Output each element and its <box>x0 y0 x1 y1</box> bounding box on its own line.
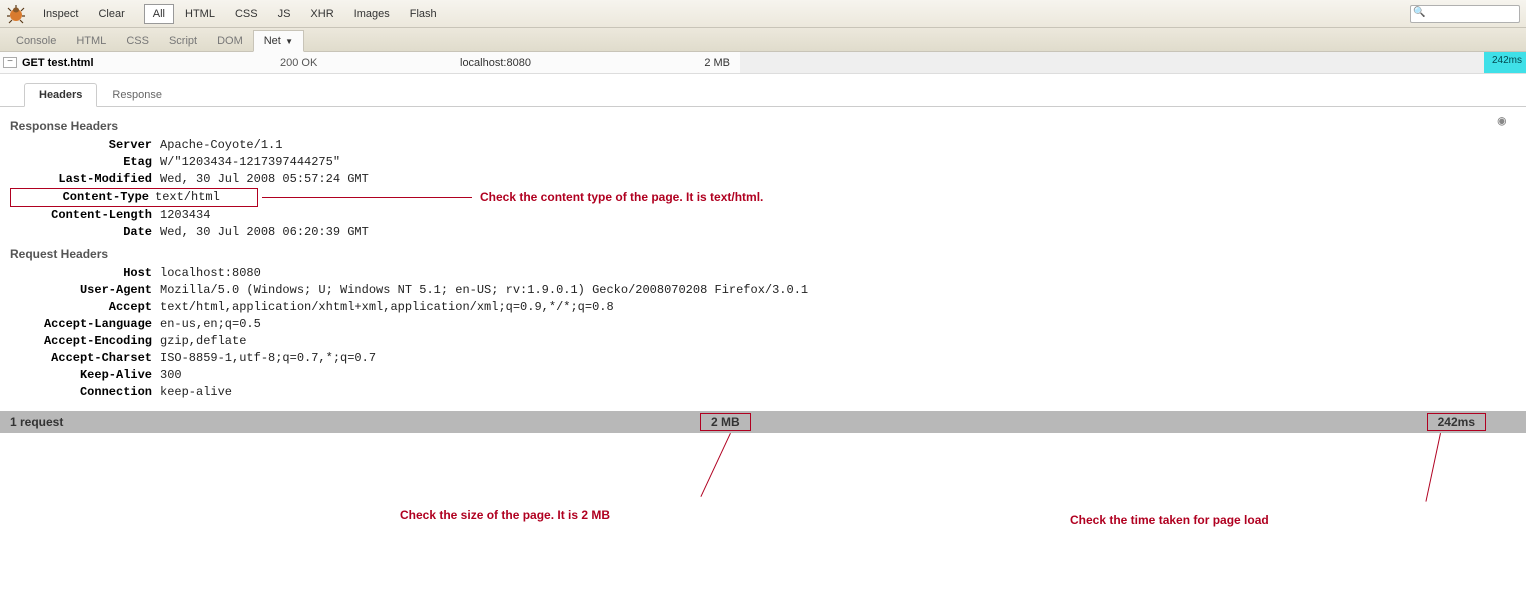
firebug-icon <box>6 4 26 24</box>
header-value: gzip,deflate <box>160 333 1516 350</box>
tab-net[interactable]: Net ▼ <box>253 30 304 52</box>
header-name: Date <box>10 224 160 241</box>
tab-headers[interactable]: Headers <box>24 83 97 107</box>
header-row: ServerApache-Coyote/1.1 <box>10 137 1516 154</box>
header-name: Etag <box>10 154 160 171</box>
filter-images[interactable]: Images <box>345 4 399 24</box>
header-row: Accepttext/html,application/xhtml+xml,ap… <box>10 299 1516 316</box>
tab-net-label: Net <box>264 35 281 47</box>
search-input[interactable] <box>1410 5 1520 23</box>
eye-icon[interactable]: ◉ <box>1498 113 1506 130</box>
header-value: ISO-8859-1,utf-8;q=0.7,*;q=0.7 <box>160 350 1516 367</box>
header-name: Keep-Alive <box>10 367 160 384</box>
annotations-area: Check the size of the page. It is 2 MB C… <box>0 433 1526 543</box>
header-value: en-us,en;q=0.5 <box>160 316 1516 333</box>
request-size: 2 MB <box>660 57 740 69</box>
net-request-row[interactable]: − GET test.html 200 OK localhost:8080 2 … <box>0 52 1526 74</box>
tab-dom[interactable]: DOM <box>207 31 253 51</box>
collapse-toggle[interactable]: − <box>3 57 17 68</box>
content-type-highlight-box: Content-Type text/html <box>10 188 258 207</box>
response-headers-title: Response Headers <box>10 119 1516 133</box>
filter-js[interactable]: JS <box>269 4 300 24</box>
header-row: Content-Length1203434 <box>10 207 1516 224</box>
header-name: Connection <box>10 384 160 401</box>
header-row: EtagW/"1203434-1217397444275" <box>10 154 1516 171</box>
header-name: Accept-Encoding <box>10 333 160 350</box>
header-name: User-Agent <box>10 282 160 299</box>
header-name: Accept-Language <box>10 316 160 333</box>
header-name: Content-Length <box>10 207 160 224</box>
annotation-time: Check the time taken for page load <box>1070 513 1269 527</box>
request-time-bar: 242ms <box>1484 52 1526 73</box>
chevron-down-icon: ▼ <box>283 37 293 46</box>
search-icon: 🔍 <box>1413 7 1425 18</box>
tab-response[interactable]: Response <box>97 83 177 107</box>
filter-xhr[interactable]: XHR <box>301 4 342 24</box>
headers-panel: ◉ Response Headers ServerApache-Coyote/1… <box>0 107 1526 411</box>
annotation-size: Check the size of the page. It is 2 MB <box>400 508 610 522</box>
header-value: text/html <box>155 189 255 206</box>
summary-time: 242ms <box>1427 413 1486 431</box>
request-name: GET test.html <box>20 57 280 69</box>
annotation-content-type: Check the content type of the page. It i… <box>480 189 763 206</box>
header-name: Server <box>10 137 160 154</box>
header-row: Last-ModifiedWed, 30 Jul 2008 05:57:24 G… <box>10 171 1516 188</box>
request-headers-title: Request Headers <box>10 247 1516 261</box>
summary-request-count: 1 request <box>0 415 63 429</box>
request-timeline: 242ms <box>740 52 1526 73</box>
net-summary-bar: 1 request 2 MB 242ms <box>0 411 1526 433</box>
header-row: DateWed, 30 Jul 2008 06:20:39 GMT <box>10 224 1516 241</box>
filter-flash[interactable]: Flash <box>401 4 446 24</box>
header-row: Accept-Encodinggzip,deflate <box>10 333 1516 350</box>
annotation-line <box>262 197 472 198</box>
clear-button[interactable]: Clear <box>89 4 133 24</box>
request-status: 200 OK <box>280 57 460 69</box>
header-name: Accept-Charset <box>10 350 160 367</box>
inspect-button[interactable]: Inspect <box>34 4 87 24</box>
header-value: 1203434 <box>160 207 1516 224</box>
filter-all[interactable]: All <box>144 4 174 24</box>
header-value: Mozilla/5.0 (Windows; U; Windows NT 5.1;… <box>160 282 1516 299</box>
tab-console[interactable]: Console <box>6 31 66 51</box>
header-value: Wed, 30 Jul 2008 05:57:24 GMT <box>160 171 1516 188</box>
header-value: text/html,application/xhtml+xml,applicat… <box>160 299 1516 316</box>
panel-tabs: Console HTML CSS Script DOM Net ▼ <box>0 28 1526 52</box>
header-value: localhost:8080 <box>160 265 1516 282</box>
header-row: Keep-Alive300 <box>10 367 1516 384</box>
filter-css[interactable]: CSS <box>226 4 267 24</box>
header-value: W/"1203434-1217397444275" <box>160 154 1516 171</box>
search-box: 🔍 <box>1410 5 1520 23</box>
header-name: Last-Modified <box>10 171 160 188</box>
header-value: 300 <box>160 367 1516 384</box>
header-value: Apache-Coyote/1.1 <box>160 137 1516 154</box>
tab-html[interactable]: HTML <box>66 31 116 51</box>
header-row: Connectionkeep-alive <box>10 384 1516 401</box>
request-detail-tabs: Headers Response <box>0 74 1526 107</box>
annotation-line <box>1425 433 1441 502</box>
firebug-toolbar: Inspect Clear All HTML CSS JS XHR Images… <box>0 0 1526 28</box>
annotation-line <box>700 433 730 497</box>
filter-html[interactable]: HTML <box>176 4 224 24</box>
summary-size: 2 MB <box>700 413 751 431</box>
header-value: keep-alive <box>160 384 1516 401</box>
header-value: Wed, 30 Jul 2008 06:20:39 GMT <box>160 224 1516 241</box>
tab-script[interactable]: Script <box>159 31 207 51</box>
header-row: Accept-Languageen-us,en;q=0.5 <box>10 316 1516 333</box>
header-name: Content-Type <box>13 189 155 206</box>
request-domain: localhost:8080 <box>460 57 660 69</box>
tab-css[interactable]: CSS <box>116 31 159 51</box>
header-name: Host <box>10 265 160 282</box>
header-row: User-AgentMozilla/5.0 (Windows; U; Windo… <box>10 282 1516 299</box>
header-name: Accept <box>10 299 160 316</box>
header-row: Accept-CharsetISO-8859-1,utf-8;q=0.7,*;q… <box>10 350 1516 367</box>
header-row: Hostlocalhost:8080 <box>10 265 1516 282</box>
header-row-content-type: Content-Type text/html Check the content… <box>10 188 1516 207</box>
